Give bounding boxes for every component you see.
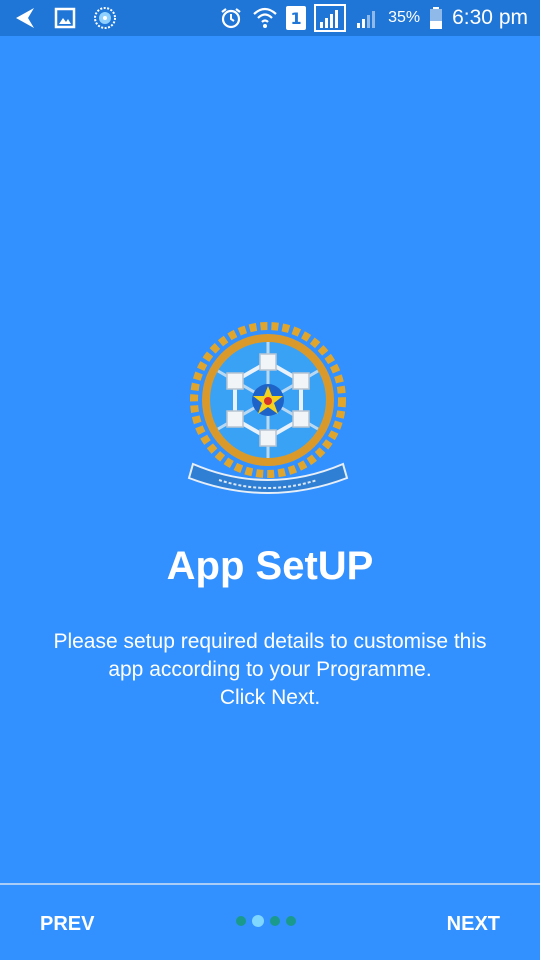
- battery-percent: 35%: [388, 9, 421, 26]
- description-line: Please setup required details to customi…: [53, 630, 487, 653]
- page-dot[interactable]: [236, 916, 246, 926]
- setup-description: Please setup required details to customi…: [10, 628, 530, 712]
- page-dot-active[interactable]: [252, 915, 264, 927]
- next-button[interactable]: NEXT: [447, 913, 500, 936]
- battery-icon: [428, 5, 444, 31]
- organisation-emblem-icon: [183, 318, 353, 498]
- onboarding-footer: PREV NEXT: [0, 885, 540, 960]
- sim-icon: 1: [286, 6, 307, 30]
- page-indicator: [236, 915, 296, 927]
- description-line: Click Next.: [219, 686, 321, 709]
- clock: 6:30 pm: [452, 6, 528, 29]
- wifi-icon: [252, 5, 278, 31]
- signal-icon: [314, 4, 347, 32]
- prev-button[interactable]: PREV: [40, 913, 94, 936]
- page-title: App SetUP: [166, 544, 374, 588]
- signal-weak-icon: [354, 5, 380, 31]
- description-line: app according to your Programme.: [108, 658, 432, 681]
- status-bar: 1 35% 6:30 pm: [0, 0, 540, 36]
- alarm-icon: [218, 5, 244, 31]
- setup-page: App SetUP Please setup required details …: [0, 36, 540, 882]
- page-dot[interactable]: [270, 916, 280, 926]
- back-arrow-icon[interactable]: [12, 5, 38, 31]
- page-dot[interactable]: [286, 916, 296, 926]
- app-logo-icon: [92, 5, 118, 31]
- image-icon: [52, 5, 78, 31]
